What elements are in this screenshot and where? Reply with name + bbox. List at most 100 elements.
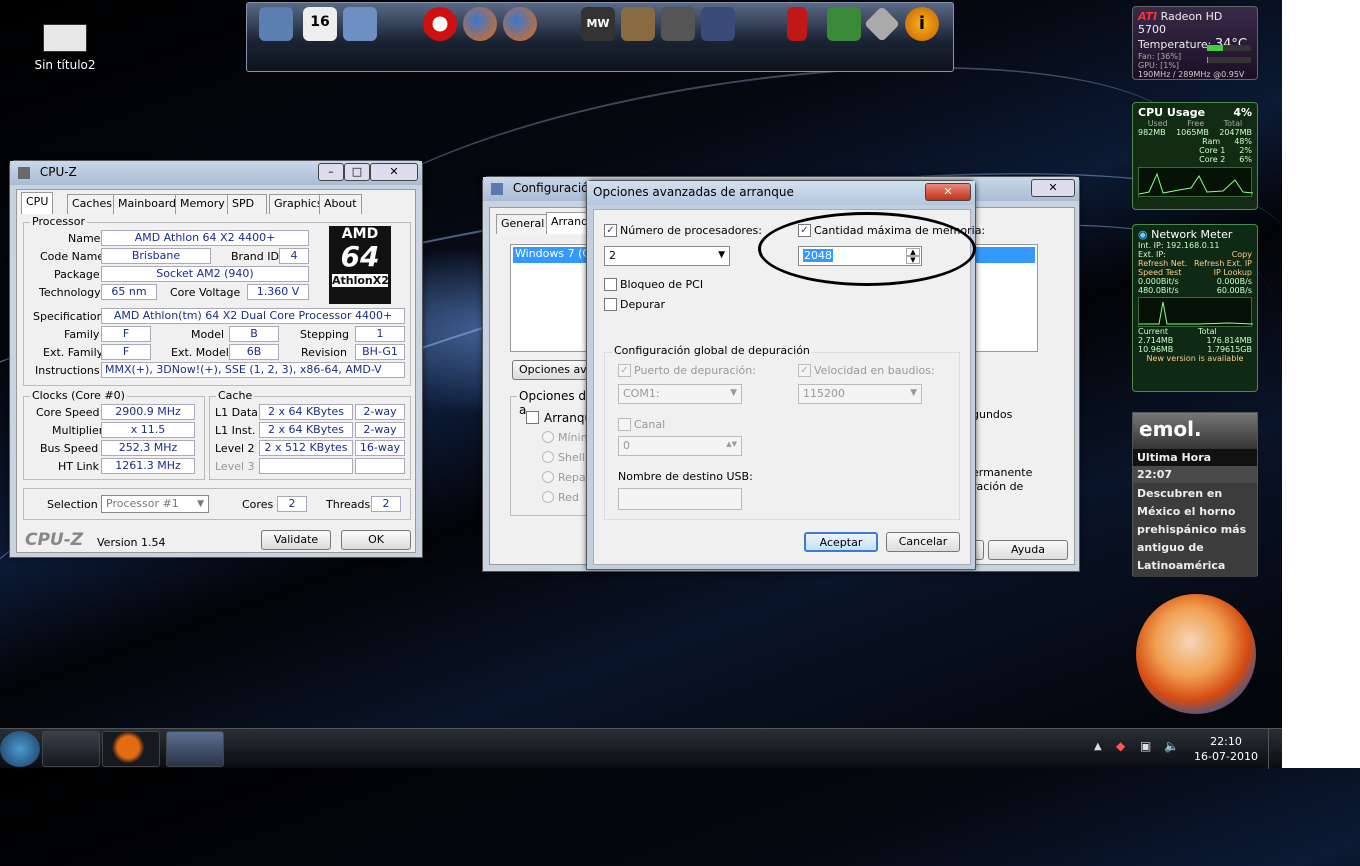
cancel-button[interactable]: Cancelar (886, 532, 960, 552)
model-label: Model (191, 328, 224, 341)
baud-dropdown[interactable]: 115200▼ (798, 384, 922, 404)
close-button[interactable]: ✕ (370, 163, 418, 181)
num-procs-label: Número de procesadores: (620, 224, 762, 237)
cpuz-app-icon (18, 167, 30, 179)
debug-port-dropdown[interactable]: COM1:▼ (618, 384, 742, 404)
selection-dropdown[interactable]: Processor #1▼ (101, 495, 209, 513)
tab-cpu[interactable]: CPU (21, 192, 53, 214)
debug-checkbox[interactable] (604, 298, 617, 311)
channel-input[interactable]: 0▲▼ (618, 436, 742, 456)
debug-group-title: Configuración global de depuración (612, 344, 812, 357)
num-procs-checkbox[interactable]: ✓ (604, 224, 617, 237)
card-icon[interactable] (827, 7, 861, 41)
clock[interactable]: 22:10 16-07-2010 (1190, 734, 1262, 764)
l3-way (355, 458, 405, 474)
taskbar-msconfig-icon[interactable] (166, 731, 224, 767)
radio-minimal[interactable] (542, 431, 554, 443)
channel-value: 0 (623, 439, 630, 452)
multiplier-value: x 11.5 (101, 422, 195, 438)
clock-time: 22:10 (1190, 734, 1262, 749)
net-down1: 480.0Bit/s (1138, 286, 1179, 295)
net-refresh-link[interactable]: Refresh Net. (1138, 259, 1187, 268)
tab-general[interactable]: General (496, 214, 549, 234)
instructions-label: Instructions (35, 364, 100, 377)
safe-boot-checkbox[interactable] (526, 411, 539, 424)
game-icon[interactable] (701, 7, 735, 41)
advanced-titlebar[interactable]: Opciones avanzadas de arranque (587, 181, 975, 205)
package-label: Package (54, 268, 100, 281)
accept-button[interactable]: Aceptar (804, 532, 878, 552)
game-mw-icon[interactable]: MW (581, 7, 615, 41)
tray-display-icon[interactable]: ▣ (1140, 739, 1151, 753)
help-button[interactable]: Ayuda (988, 540, 1068, 560)
start-button[interactable] (0, 731, 40, 767)
computer-icon[interactable] (343, 7, 377, 41)
num-procs-dropdown[interactable]: 2▼ (604, 246, 730, 266)
net-ext: Ext. IP: (1138, 250, 1166, 259)
tab-about[interactable]: About (319, 194, 362, 214)
timeout-seconds-label: gundos (972, 408, 1012, 421)
taskbar-firefox-icon[interactable] (102, 731, 160, 767)
net-copy-link[interactable]: Copy (1232, 250, 1252, 259)
net-lookup-link[interactable]: IP Lookup (1214, 268, 1252, 277)
highlight-ellipse (758, 212, 976, 286)
tray-chevron-icon[interactable]: ▲ (1094, 741, 1102, 752)
network-meter-gadget: ◉ Network Meter Int. IP: 192.168.0.11 Ex… (1132, 224, 1258, 392)
game-icon[interactable] (661, 7, 695, 41)
red-tool-icon[interactable] (787, 7, 807, 41)
desktop-icon[interactable]: Sin título2 (30, 24, 100, 72)
cpu-header: CPU Usage 4% (1138, 106, 1252, 119)
free-value: 1065MB (1176, 128, 1209, 137)
tab-memory[interactable]: Memory (175, 194, 230, 214)
corespeed-label: Core Speed (36, 406, 99, 419)
cpuz-version: Version 1.54 (97, 536, 165, 549)
net-version[interactable]: New version is available (1138, 354, 1252, 363)
advanced-boot-dialog: Opciones avanzadas de arranque ✕ ✓ Númer… (586, 180, 976, 570)
channel-checkbox[interactable] (618, 418, 631, 431)
radio-repair[interactable] (542, 471, 554, 483)
validate-button[interactable]: Validate (261, 530, 331, 550)
radio-shell[interactable] (542, 451, 554, 463)
maximize-button[interactable]: □ (344, 163, 370, 181)
chevron-down-icon: ▼ (730, 388, 737, 398)
ram-row: Ram48% (1138, 137, 1252, 146)
ati-gpu-bar (1207, 57, 1251, 63)
firefox-icon[interactable] (463, 7, 497, 41)
l2-way: 16-way (355, 440, 405, 456)
minimize-button[interactable]: – (318, 163, 344, 181)
tab-caches[interactable]: Caches (67, 194, 117, 214)
net-refresh-ext-link[interactable]: Refresh Ext. IP (1194, 259, 1252, 268)
net-graph (1138, 297, 1252, 327)
ok-button[interactable]: OK (341, 530, 411, 550)
config-title: Configuración (513, 181, 596, 195)
taskbar-cpuz-icon[interactable] (42, 731, 100, 767)
codename-value: Brisbane (101, 248, 211, 264)
pci-lock-checkbox[interactable] (604, 278, 617, 291)
calendar-icon[interactable]: 16 (303, 7, 337, 41)
tab-mainboard[interactable]: Mainboard (113, 194, 181, 214)
tray-network-icon[interactable]: ◆ (1116, 739, 1125, 753)
advanced-close-button[interactable]: ✕ (925, 183, 971, 201)
usb-target-input[interactable] (618, 488, 742, 510)
emol-headline[interactable]: Descubren en México el horno prehispánic… (1133, 483, 1257, 577)
cpu-chip-icon[interactable] (864, 6, 900, 42)
media-icon[interactable] (259, 7, 293, 41)
cpuz-brand: CPU-Z (25, 530, 83, 550)
firefox-icon[interactable] (503, 7, 537, 41)
l1i-way: 2-way (355, 422, 405, 438)
game-icon[interactable] (621, 7, 655, 41)
net-total-up: 176.814MB (1207, 336, 1252, 345)
info-icon[interactable]: i (905, 7, 939, 41)
tab-spd[interactable]: SPD (227, 194, 267, 214)
tray-volume-icon[interactable]: 🔈 (1164, 739, 1179, 753)
opera-icon[interactable] (423, 7, 457, 41)
debug-port-checkbox[interactable]: ✓ (618, 364, 631, 377)
busspeed-value: 252.3 MHz (101, 440, 195, 456)
show-desktop-button[interactable] (1268, 729, 1282, 769)
extmodel-label: Ext. Model (171, 346, 229, 359)
radio-network[interactable] (542, 491, 554, 503)
baud-checkbox[interactable]: ✓ (798, 364, 811, 377)
config-close-button[interactable]: ✕ (1031, 179, 1075, 197)
l1i-label: L1 Inst. (215, 424, 255, 437)
net-speedtest-link[interactable]: Speed Test (1138, 268, 1181, 277)
